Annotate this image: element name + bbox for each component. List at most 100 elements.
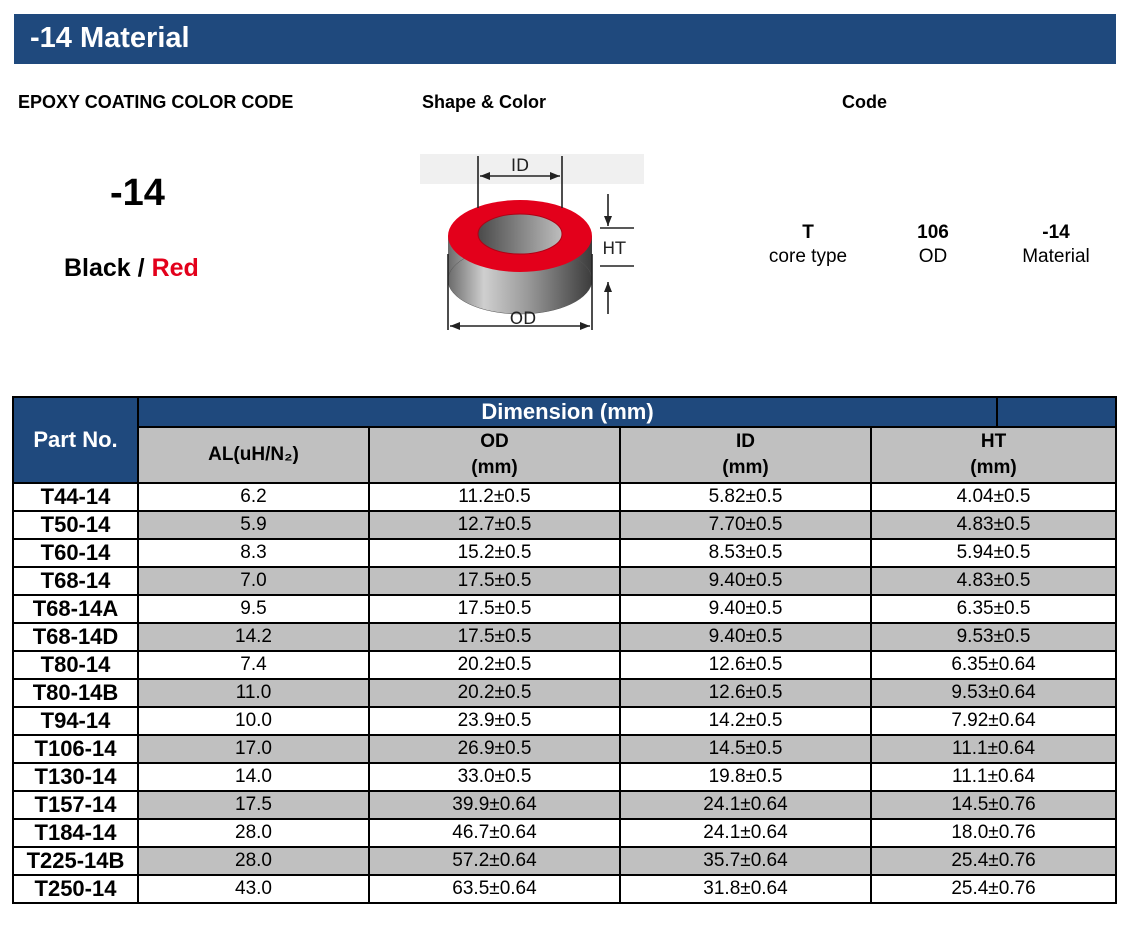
ht-cell: 5.94±0.5	[869, 538, 1118, 568]
al-cell: 6.2	[137, 482, 370, 512]
color-primary: Black	[64, 254, 131, 282]
table-row: T44-14 6.2 11.2±0.5 5.82±0.5 4.04±0.5	[12, 482, 1118, 512]
od-cell: 12.7±0.5	[368, 510, 621, 540]
id-cell: 7.70±0.5	[619, 510, 872, 540]
part-no-cell: T44-14	[12, 482, 139, 512]
part-no-cell: T60-14	[12, 538, 139, 568]
id-header: ID (mm)	[619, 426, 872, 484]
ht-label: HT	[602, 239, 626, 259]
table-row: T68-14D 14.2 17.5±0.5 9.40±0.5 9.53±0.5	[12, 622, 1118, 652]
od-label: OD	[510, 309, 536, 329]
ht-cell: 11.1±0.64	[869, 734, 1118, 764]
id-label: ID	[511, 156, 529, 176]
al-cell: 7.0	[137, 566, 370, 596]
id-cell: 24.1±0.64	[619, 818, 872, 848]
al-cell: 8.3	[137, 538, 370, 568]
table-row: T184-14 28.0 46.7±0.64 24.1±0.64 18.0±0.76	[12, 818, 1118, 848]
od-cell: 15.2±0.5	[368, 538, 621, 568]
al-cell: 28.0	[137, 818, 370, 848]
id-cell: 35.7±0.64	[619, 846, 872, 876]
al-cell: 28.0	[137, 846, 370, 876]
al-cell: 43.0	[137, 874, 370, 904]
od-cell: 26.9±0.5	[368, 734, 621, 764]
page-title: -14 Material	[30, 22, 190, 54]
code-label: Material	[1022, 246, 1090, 267]
table-row: T80-14 7.4 20.2±0.5 12.6±0.5 6.35±0.64	[12, 650, 1118, 680]
ht-cell: 9.53±0.5	[869, 622, 1118, 652]
al-header: AL(uH/N₂)	[137, 426, 370, 484]
al-cell: 17.0	[137, 734, 370, 764]
al-cell: 5.9	[137, 510, 370, 540]
ht-cell: 14.5±0.76	[869, 790, 1118, 820]
od-cell: 20.2±0.5	[368, 678, 621, 708]
id-cell: 9.40±0.5	[619, 566, 872, 596]
id-cell: 9.40±0.5	[619, 622, 872, 652]
ht-cell: 6.35±0.5	[869, 594, 1118, 624]
dimension-header-blank	[996, 396, 1118, 428]
material-code: -14	[110, 172, 165, 214]
code-core-type: T core type	[753, 222, 863, 270]
code-label: OD	[918, 246, 948, 267]
part-no-cell: T106-14	[12, 734, 139, 764]
part-no-cell: T80-14B	[12, 678, 139, 708]
id-cell: 14.5±0.5	[619, 734, 872, 764]
part-no-cell: T50-14	[12, 510, 139, 540]
part-no-cell: T80-14	[12, 650, 139, 680]
al-cell: 11.0	[137, 678, 370, 708]
ht-cell: 4.83±0.5	[869, 510, 1118, 540]
color-code: Black / Red	[64, 254, 199, 283]
table-row: T157-14 17.5 39.9±0.64 24.1±0.64 14.5±0.76	[12, 790, 1118, 820]
ht-cell: 7.92±0.64	[869, 706, 1118, 736]
ht-cell: 25.4±0.76	[869, 846, 1118, 876]
code-od: 106 OD	[878, 222, 988, 270]
table-row: T130-14 14.0 33.0±0.5 19.8±0.5 11.1±0.64	[12, 762, 1118, 792]
id-cell: 19.8±0.5	[619, 762, 872, 792]
id-cell: 12.6±0.5	[619, 650, 872, 680]
color-separator: /	[130, 254, 152, 282]
id-cell: 14.2±0.5	[619, 706, 872, 736]
part-no-cell: T94-14	[12, 706, 139, 736]
part-no-cell: T225-14B	[12, 846, 139, 876]
al-cell: 7.4	[137, 650, 370, 680]
od-header: OD (mm)	[368, 426, 621, 484]
table-row: T68-14 7.0 17.5±0.5 9.40±0.5 4.83±0.5	[12, 566, 1118, 596]
ht-cell: 18.0±0.76	[869, 818, 1118, 848]
ht-header: HT (mm)	[869, 426, 1118, 484]
od-cell: 46.7±0.64	[368, 818, 621, 848]
code-material: -14 Material	[1001, 222, 1111, 270]
code-label: core type	[768, 246, 848, 267]
table-row: T50-14 5.9 12.7±0.5 7.70±0.5 4.83±0.5	[12, 510, 1118, 540]
title-bar: -14 Material	[14, 14, 1116, 64]
ht-cell: 11.1±0.64	[869, 762, 1118, 792]
code-value: 106	[917, 222, 949, 243]
al-cell: 9.5	[137, 594, 370, 624]
od-cell: 23.9±0.5	[368, 706, 621, 736]
table-row: T68-14A 9.5 17.5±0.5 9.40±0.5 6.35±0.5	[12, 594, 1118, 624]
id-cell: 5.82±0.5	[619, 482, 872, 512]
dimension-table: Part No. Dimension (mm) AL(uH/N₂) OD (mm)…	[12, 396, 1118, 904]
id-cell: 24.1±0.64	[619, 790, 872, 820]
al-cell: 10.0	[137, 706, 370, 736]
al-cell: 14.2	[137, 622, 370, 652]
code-value: T	[802, 222, 814, 243]
id-cell: 9.40±0.5	[619, 594, 872, 624]
od-cell: 33.0±0.5	[368, 762, 621, 792]
id-cell: 8.53±0.5	[619, 538, 872, 568]
id-cell: 31.8±0.64	[619, 874, 872, 904]
od-cell: 63.5±0.64	[368, 874, 621, 904]
od-cell: 20.2±0.5	[368, 650, 621, 680]
code-header: Code	[842, 92, 887, 112]
ht-cell: 4.04±0.5	[869, 482, 1118, 512]
table-body: T44-14 6.2 11.2±0.5 5.82±0.5 4.04±0.5 T50-14 5…	[12, 482, 1118, 904]
table-row: T94-14 10.0 23.9±0.5 14.2±0.5 7.92±0.64	[12, 706, 1118, 736]
part-no-cell: T68-14	[12, 566, 139, 596]
toroid-core-diagram: ID OD HT	[420, 154, 644, 330]
part-no-cell: T130-14	[12, 762, 139, 792]
od-cell: 39.9±0.64	[368, 790, 621, 820]
ht-cell: 9.53±0.64	[869, 678, 1118, 708]
table-row: T80-14B 11.0 20.2±0.5 12.6±0.5 9.53±0.64	[12, 678, 1118, 708]
ht-cell: 4.83±0.5	[869, 566, 1118, 596]
table-row: T250-14 43.0 63.5±0.64 31.8±0.64 25.4±0.76	[12, 874, 1118, 904]
al-cell: 14.0	[137, 762, 370, 792]
od-cell: 57.2±0.64	[368, 846, 621, 876]
